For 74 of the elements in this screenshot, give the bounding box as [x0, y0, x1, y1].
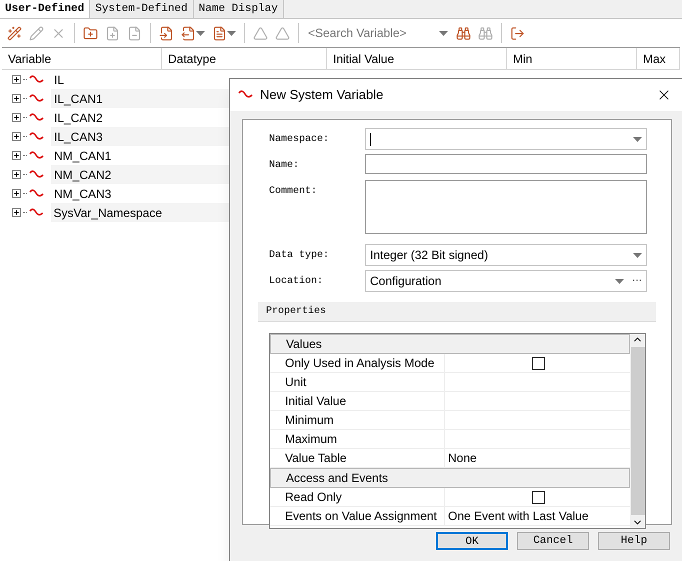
property-value[interactable]: None — [448, 449, 477, 467]
field-label: Namespace: — [268, 133, 330, 147]
property-name: Only Used in Analysis Mode — [270, 354, 445, 372]
namespace-icon — [29, 92, 45, 104]
exit-icon[interactable] — [510, 26, 525, 40]
combo-field[interactable] — [365, 128, 647, 150]
column-header[interactable]: Variable — [2, 48, 162, 69]
field-label: Name: — [268, 159, 300, 173]
dropdown-caret-icon — [633, 252, 642, 258]
property-name: Maximum — [270, 430, 445, 448]
namespace-icon — [28, 206, 44, 218]
folder-plus-icon[interactable] — [83, 26, 98, 40]
column-header[interactable]: Datatype — [162, 48, 327, 69]
combo-field[interactable]: Integer (32 Bit signed) — [365, 244, 647, 266]
expand-icon[interactable] — [12, 151, 21, 160]
namespace-icon — [29, 168, 45, 180]
property-name: Initial Value — [270, 392, 445, 410]
properties-header: Properties — [258, 302, 656, 322]
property-name: Read Only — [270, 488, 445, 506]
field-label: Data type: — [268, 249, 330, 263]
more-button[interactable]: ··· — [632, 276, 642, 286]
dropdown-caret-icon — [227, 30, 236, 36]
wand-icon[interactable] — [7, 26, 22, 40]
property-category[interactable]: Values — [270, 334, 630, 354]
tab[interactable]: System-Defined — [90, 0, 194, 18]
field-label: Location: — [268, 274, 324, 289]
namespace-icon — [29, 188, 45, 200]
expand-icon[interactable] — [12, 94, 21, 103]
export-icon[interactable] — [181, 26, 196, 40]
comment-field[interactable] — [365, 180, 647, 234]
dropdown-caret-icon — [196, 30, 205, 36]
search-field[interactable]: <Search Variable> — [308, 24, 436, 42]
dropdown-caret-icon — [615, 278, 624, 284]
binoculars-icon[interactable] — [456, 26, 471, 40]
scrollbar[interactable] — [630, 334, 645, 528]
dialog-button[interactable]: Cancel — [517, 532, 589, 550]
combo-field[interactable]: Configuration ··· — [365, 270, 647, 292]
import-icon[interactable] — [159, 26, 174, 40]
property-category[interactable]: Access and Events — [270, 468, 630, 488]
tab[interactable]: Name Display — [194, 0, 284, 18]
checkbox[interactable] — [532, 490, 545, 504]
variable-name[interactable]: SysVar_Namespace — [50, 203, 162, 222]
search-combo[interactable]: <Search Variable> — [304, 23, 452, 43]
expand-icon[interactable] — [12, 208, 21, 217]
document-icon[interactable] — [212, 26, 227, 40]
property-name: Value Table — [270, 449, 445, 467]
expand-icon[interactable] — [12, 75, 21, 84]
namespace-icon — [29, 130, 45, 142]
tab[interactable]: User-Defined — [0, 0, 90, 18]
expand-icon[interactable] — [12, 113, 21, 122]
namespace-icon — [29, 74, 45, 86]
variable-name[interactable]: NM_CAN2 — [51, 165, 162, 184]
property-name: Unit — [270, 373, 445, 391]
property-value[interactable]: One Event with Last Value — [448, 507, 589, 525]
namespace-icon — [29, 150, 45, 162]
expand-icon[interactable] — [12, 170, 21, 179]
property-name: Minimum — [270, 411, 445, 429]
expand-icon[interactable] — [12, 132, 21, 141]
column-header[interactable]: Initial Value — [327, 48, 507, 69]
name-field[interactable] — [365, 154, 647, 174]
variable-name[interactable]: IL_CAN3 — [51, 127, 162, 146]
dropdown-caret-icon — [633, 136, 642, 142]
dialog-button[interactable]: Help — [598, 532, 670, 550]
variable-name[interactable]: IL_CAN1 — [51, 89, 162, 108]
column-header[interactable]: Min — [507, 48, 637, 69]
checkbox[interactable] — [532, 356, 545, 370]
dialog-button[interactable]: OK — [436, 532, 508, 550]
field-label: Comment: — [268, 185, 318, 199]
namespace-icon — [29, 112, 45, 124]
expand-icon[interactable] — [12, 189, 21, 198]
dialog-title: New System Variable — [260, 86, 384, 104]
column-header[interactable]: Max — [637, 48, 680, 69]
dropdown-caret-icon — [439, 30, 448, 36]
property-name: Events on Value Assignment — [270, 507, 445, 525]
